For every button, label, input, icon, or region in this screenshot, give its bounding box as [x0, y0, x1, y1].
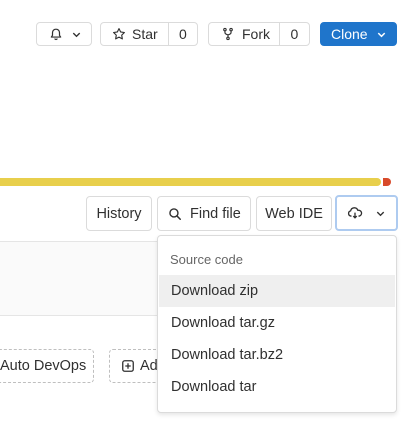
auto-devops-button[interactable]: Auto DevOps: [0, 349, 94, 383]
plus-square-icon: [122, 360, 134, 372]
web-ide-label: Web IDE: [265, 205, 323, 222]
progress-failed-segment: [383, 178, 391, 186]
find-file-button[interactable]: Find file: [157, 196, 251, 231]
chevron-down-icon: [375, 208, 386, 219]
star-icon: [112, 27, 126, 41]
web-ide-button[interactable]: Web IDE: [256, 196, 332, 231]
download-zip-item[interactable]: Download zip: [159, 275, 395, 307]
info-panel: [0, 241, 158, 316]
fork-count[interactable]: 0: [278, 23, 309, 45]
progress-fill: [0, 178, 381, 186]
add-label: Ad: [140, 358, 158, 374]
cloud-download-icon: [347, 206, 363, 220]
history-label: History: [96, 205, 142, 222]
star-count[interactable]: 0: [167, 23, 197, 45]
auto-devops-label: Auto DevOps: [0, 358, 87, 374]
chevron-down-icon: [71, 29, 82, 40]
fork-label: Fork: [242, 26, 270, 42]
bell-icon: [49, 27, 63, 41]
download-tar-gz-item[interactable]: Download tar.gz: [159, 307, 395, 339]
download-dropdown-menu: Source code Download zip Download tar.gz…: [157, 235, 397, 413]
chevron-down-icon: [376, 29, 387, 40]
search-icon: [168, 207, 182, 221]
pipeline-progress-bar: [0, 178, 397, 186]
fork-icon: [221, 27, 235, 41]
clone-label: Clone: [331, 26, 368, 42]
fork-button[interactable]: Fork 0: [208, 22, 310, 46]
notification-dropdown-button[interactable]: [36, 22, 92, 46]
download-tar-bz2-item[interactable]: Download tar.bz2: [159, 339, 395, 371]
star-label: Star: [132, 26, 158, 42]
download-tar-item[interactable]: Download tar: [159, 371, 395, 403]
download-source-button[interactable]: [335, 195, 398, 231]
history-button[interactable]: History: [86, 196, 152, 231]
source-code-header: Source code: [170, 252, 243, 267]
find-file-label: Find file: [190, 205, 241, 222]
clone-button[interactable]: Clone: [320, 22, 397, 46]
star-button[interactable]: Star 0: [100, 22, 198, 46]
